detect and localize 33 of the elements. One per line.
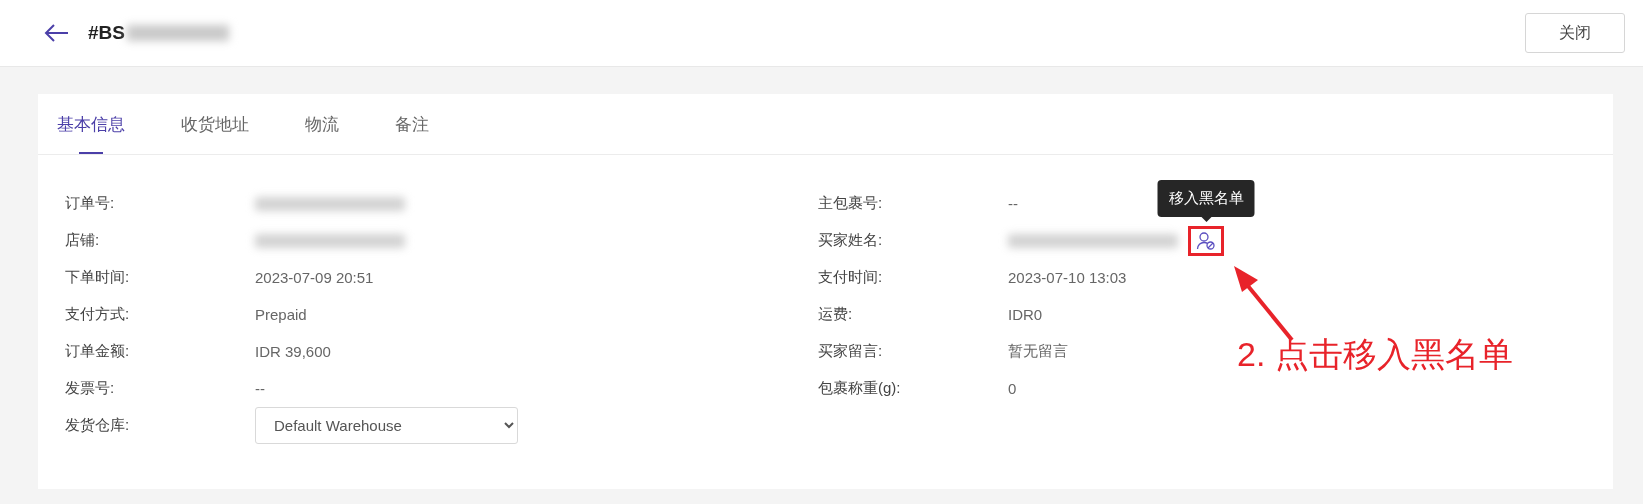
field-label: 主包裹号: (818, 194, 884, 213)
field-value: 0 (1008, 380, 1017, 397)
field-label: 发货仓库: (65, 416, 131, 435)
field-label: 运费: (818, 305, 854, 324)
user-ban-icon (1196, 230, 1216, 251)
field-label: 支付时间: (818, 268, 884, 287)
tab[interactable]: 基本信息 (57, 94, 125, 154)
field-value: 2023-07-10 13:03 (1008, 269, 1127, 286)
tab[interactable]: 收货地址 (181, 94, 249, 154)
order-title: #BS (88, 22, 125, 44)
field-value: IDR 39,600 (255, 343, 331, 360)
field-value: 暂无留言 (1008, 342, 1068, 361)
close-button[interactable]: 关闭 (1525, 13, 1625, 53)
field-label: 发票号: (65, 379, 116, 398)
field-label: 买家留言: (818, 342, 884, 361)
annotation-text: 2. 点击移入黑名单 (1237, 334, 1513, 375)
field-label: 支付方式: (65, 305, 131, 324)
field-label: 订单金额: (65, 342, 131, 361)
field-label: 订单号: (65, 194, 116, 213)
field-label: 包裹称重(g): (818, 379, 902, 398)
field-value: -- (1008, 195, 1018, 212)
field-value: 2023-07-09 20:51 (255, 269, 374, 286)
field-label: 下单时间: (65, 268, 131, 287)
warehouse-select[interactable]: Default Warehouse (255, 407, 518, 444)
field-label: 买家姓名: (818, 231, 884, 250)
tooltip: 移入黑名单 (1157, 179, 1255, 222)
field-label: 店铺: (65, 231, 101, 250)
tab[interactable]: 物流 (305, 94, 339, 154)
field-value: -- (255, 380, 265, 397)
field-value: IDR0 (1008, 306, 1043, 323)
back-arrow-icon[interactable] (44, 23, 70, 43)
tab[interactable]: 备注 (395, 94, 429, 154)
field-value: Prepaid (255, 306, 307, 323)
